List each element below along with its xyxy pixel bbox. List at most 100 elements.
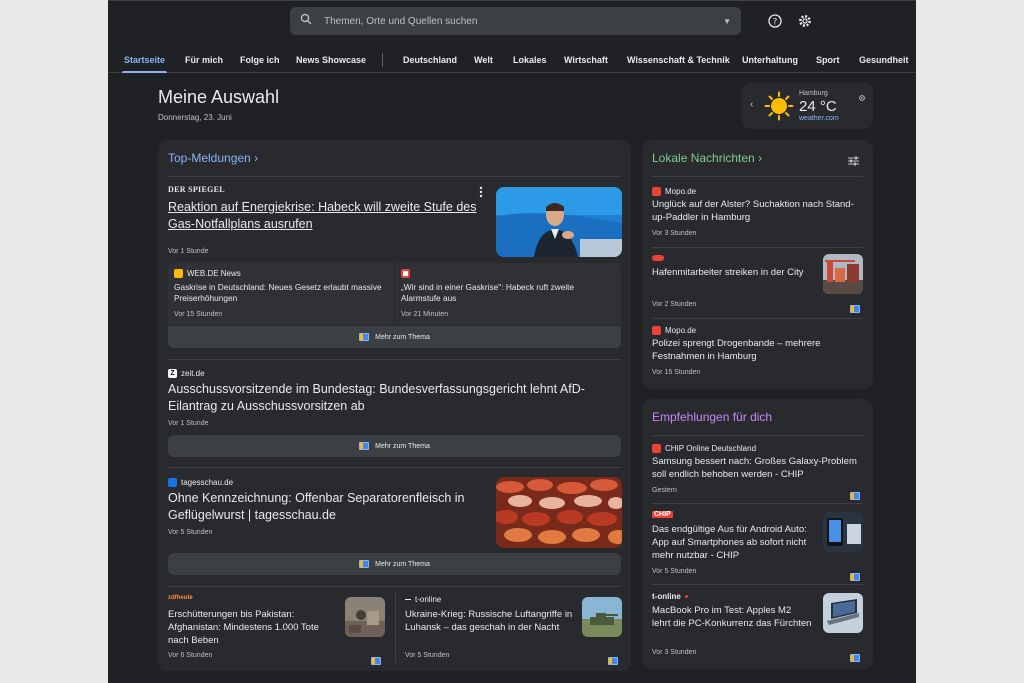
weather-city: Hamburg: [799, 90, 828, 97]
headline[interactable]: Samsung bessert nach: Großes Galaxy-Prob…: [652, 456, 862, 482]
divider: [652, 176, 863, 177]
headline[interactable]: Ohne Kennzeichnung: Offenbar Separatoren…: [168, 490, 488, 524]
divider: [652, 435, 863, 436]
source-label: Zzeit.de: [168, 369, 205, 378]
divider: [168, 586, 621, 587]
headline[interactable]: Unglück auf der Alster? Suchaktion nach …: [652, 199, 857, 225]
mopo-logo-icon: [652, 326, 661, 335]
dropdown-caret-icon[interactable]: ▼: [723, 17, 731, 26]
tab-wissenschaft-technik[interactable]: Wissenschaft & Technik: [627, 55, 730, 65]
divider: [652, 247, 863, 248]
source-label: CHIP: [652, 511, 673, 518]
related-headline[interactable]: Gaskrise in Deutschland: Neues Gesetz er…: [174, 282, 384, 304]
filter-settings-icon[interactable]: [848, 153, 859, 171]
tab-gesundheit[interactable]: Gesundheit: [859, 55, 909, 65]
settings-gear-icon[interactable]: [797, 13, 813, 29]
svg-text:?: ?: [773, 17, 778, 27]
timestamp: Vor 2 Stunden: [652, 301, 697, 308]
tab-sport[interactable]: Sport: [816, 55, 840, 65]
chip-logo-icon: [652, 444, 661, 453]
more-on-topic-button[interactable]: Mehr zum Thema: [168, 326, 621, 348]
story-photo[interactable]: [823, 593, 863, 633]
full-coverage-icon[interactable]: [608, 652, 618, 670]
recommendations-card: Empfehlungen für dich CHIP Online Deutsc…: [642, 399, 873, 669]
headline[interactable]: Ukraine-Krieg: Russische Luftangriffe in…: [405, 609, 573, 635]
story-photo[interactable]: [582, 597, 622, 637]
publisher-logo-icon: [652, 255, 664, 261]
source-label: [652, 255, 668, 261]
headline[interactable]: Erschütterungen bis Pakistan: Afghanista…: [168, 609, 336, 647]
tab-folge-ich[interactable]: Folge ich: [240, 55, 280, 65]
chevron-left-icon[interactable]: ‹: [750, 99, 753, 110]
tagesschau-logo-icon: [168, 478, 177, 487]
story-photo[interactable]: [823, 512, 863, 552]
divider: [652, 503, 863, 504]
related-story[interactable]: WEB.DE News Gaskrise in Deutschland: Neu…: [168, 263, 394, 325]
top-stories-heading[interactable]: Top-Meldungen ›: [168, 151, 258, 165]
headline[interactable]: Hafenmitarbeiter streiken in der City: [652, 267, 812, 280]
source-label: tagesschau.de: [168, 478, 233, 487]
divider: [168, 176, 621, 177]
timestamp: Vor 3 Stunden: [652, 230, 697, 237]
weather-source-link[interactable]: weather.com: [799, 115, 839, 122]
tab-fuer-mich[interactable]: Für mich: [185, 55, 223, 65]
source-label: t-online: [652, 592, 688, 601]
weather-temperature: 24 °C: [799, 98, 837, 115]
more-on-topic-button[interactable]: Mehr zum Thema: [168, 435, 621, 457]
timestamp: Vor 5 Stunden: [168, 529, 213, 536]
timestamp: Vor 3 Stunden: [652, 649, 697, 656]
tab-news-showcase[interactable]: News Showcase: [296, 55, 366, 65]
story-photo[interactable]: [823, 254, 863, 294]
location-pin-icon[interactable]: [858, 89, 866, 107]
publisher-logo-icon: [401, 269, 410, 278]
more-on-topic-button[interactable]: Mehr zum Thema: [168, 553, 621, 575]
weather-widget[interactable]: ‹ Hamburg 24 °C weather.com: [742, 83, 873, 129]
tab-deutschland[interactable]: Deutschland: [403, 55, 457, 65]
related-story[interactable]: „Wir sind in einer Gaskrise": Habeck ruf…: [395, 263, 621, 325]
divider: [652, 318, 863, 319]
source-label: CHIP Online Deutschland: [652, 444, 756, 453]
source-label: zdfheute: [168, 595, 193, 601]
local-news-heading[interactable]: Lokale Nachrichten ›: [652, 151, 762, 165]
zeit-logo-icon: Z: [168, 369, 177, 378]
divider: [168, 359, 621, 360]
story-photo[interactable]: [345, 597, 385, 637]
related-headline[interactable]: „Wir sind in einer Gaskrise": Habeck ruf…: [401, 282, 611, 304]
timestamp: Vor 1 Stunde: [168, 248, 209, 255]
tab-welt[interactable]: Welt: [474, 55, 493, 65]
story-photo[interactable]: [496, 477, 622, 548]
divider: [395, 592, 396, 662]
search-icon: [300, 12, 312, 30]
timestamp: Vor 6 Stunden: [168, 652, 213, 659]
sun-icon: [764, 91, 794, 126]
tab-wirtschaft[interactable]: Wirtschaft: [564, 55, 608, 65]
source-label: Mopo.de: [652, 187, 696, 196]
help-icon[interactable]: ?: [767, 13, 783, 29]
search-bar[interactable]: Themen, Orte und Quellen suchen ▼: [290, 7, 741, 35]
news-app: Themen, Orte und Quellen suchen ▼ ? Star…: [108, 0, 916, 683]
search-input[interactable]: Themen, Orte und Quellen suchen: [324, 16, 723, 27]
full-coverage-icon[interactable]: [371, 652, 381, 670]
timestamp: Vor 15 Stunden: [652, 369, 701, 376]
headline[interactable]: MacBook Pro im Test: Apples M2 lehrt die…: [652, 605, 812, 631]
source-label: [401, 269, 414, 278]
chevron-right-icon: ›: [254, 151, 259, 165]
lead-headline[interactable]: Reaktion auf Energiekrise: Habeck will z…: [168, 199, 488, 233]
recommendations-heading[interactable]: Empfehlungen für dich: [652, 410, 772, 424]
headline[interactable]: Ausschussvorsitzende im Bundestag: Bunde…: [168, 381, 608, 415]
full-coverage-icon: [359, 333, 370, 341]
tab-unterhaltung[interactable]: Unterhaltung: [742, 55, 798, 65]
timestamp: Gestern: [652, 487, 677, 494]
headline[interactable]: Das endgültige Aus für Android Auto: App…: [652, 524, 812, 562]
divider: [168, 467, 621, 468]
local-news-card: Lokale Nachrichten › Mopo.de Unglück auf…: [642, 140, 873, 389]
full-coverage-icon[interactable]: [850, 300, 860, 318]
mopo-logo-icon: [652, 187, 661, 196]
tab-lokales[interactable]: Lokales: [513, 55, 547, 65]
top-stories-card: Top-Meldungen › DER SPIEGEL Reaktion auf…: [158, 140, 631, 671]
full-coverage-icon[interactable]: [850, 649, 860, 667]
lead-photo[interactable]: [496, 187, 622, 257]
headline[interactable]: Polizei sprengt Drogenbande – mehrere Fe…: [652, 338, 857, 364]
tab-startseite[interactable]: Startseite: [121, 55, 168, 73]
page-date: Donnerstag, 23. Juni: [158, 113, 232, 122]
